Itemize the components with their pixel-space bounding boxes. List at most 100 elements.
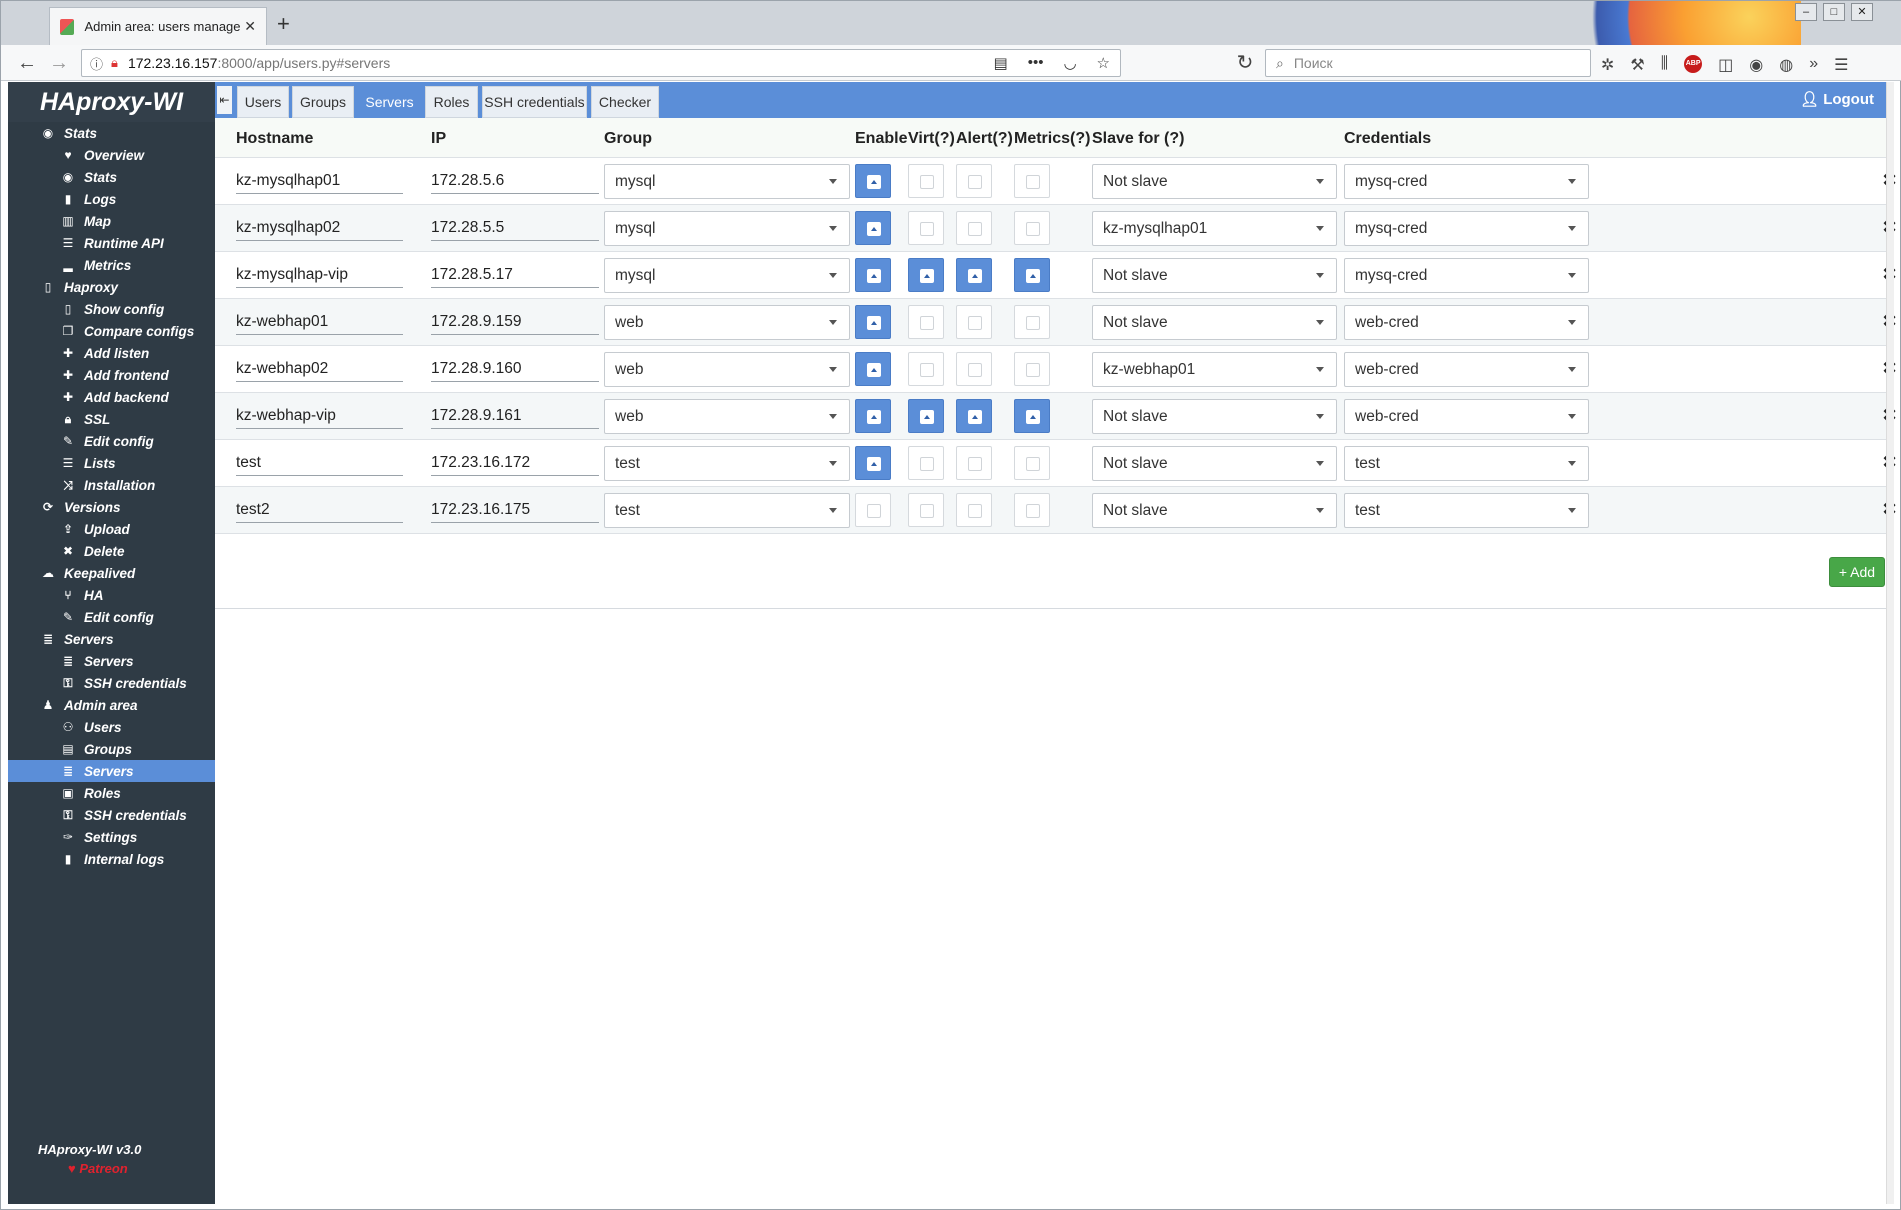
sidebar-item-compare-configs[interactable]: ❐ Compare configs bbox=[8, 320, 215, 342]
credentials-select[interactable]: mysq-cred bbox=[1344, 211, 1589, 246]
group-select[interactable]: web bbox=[604, 399, 850, 434]
credentials-select[interactable]: test bbox=[1344, 493, 1589, 528]
sidebar-item-users[interactable]: ⚇ Users bbox=[8, 716, 215, 738]
forward-icon[interactable]: → bbox=[45, 49, 73, 77]
enable-checkbox[interactable] bbox=[855, 399, 891, 433]
virt-checkbox[interactable] bbox=[908, 258, 944, 292]
enable-checkbox[interactable] bbox=[855, 258, 891, 292]
info-icon[interactable]: ⓘ bbox=[90, 54, 103, 73]
search-input[interactable]: ⌕ Поиск bbox=[1265, 49, 1591, 77]
sidebar-item-keepalived[interactable]: ☁ Keepalived bbox=[8, 562, 215, 584]
metrics-checkbox[interactable] bbox=[1014, 164, 1050, 198]
collapse-sidebar-button[interactable]: ⇤ bbox=[217, 86, 232, 114]
hostname-input[interactable]: kz-mysqlhap01 bbox=[236, 168, 403, 194]
tab-servers[interactable]: Servers bbox=[358, 86, 421, 118]
credentials-select[interactable]: web-cred bbox=[1344, 305, 1589, 340]
alert-checkbox[interactable] bbox=[956, 399, 992, 433]
ip-input[interactable]: 172.23.16.175 bbox=[431, 497, 599, 523]
sidebar-item-ssl[interactable]: 🔒︎ SSL bbox=[8, 408, 215, 430]
sidebar-item-overview[interactable]: ♥ Overview bbox=[8, 144, 215, 166]
header-slave-for[interactable]: Slave for (?) bbox=[1092, 130, 1184, 148]
enable-checkbox[interactable] bbox=[855, 164, 891, 198]
slave-for-select[interactable]: Not slave bbox=[1092, 258, 1337, 293]
sidebar-item-add-backend[interactable]: ✚ Add backend bbox=[8, 386, 215, 408]
sidebar-item-logs[interactable]: ▮ Logs bbox=[8, 188, 215, 210]
alert-checkbox[interactable] bbox=[956, 164, 992, 198]
enable-checkbox[interactable] bbox=[855, 352, 891, 386]
virt-checkbox[interactable] bbox=[908, 446, 944, 480]
group-select[interactable]: web bbox=[604, 305, 850, 340]
sidebar-item-roles[interactable]: ▣ Roles bbox=[8, 782, 215, 804]
reader-view-icon[interactable]: ▤ bbox=[994, 54, 1008, 72]
alert-checkbox[interactable] bbox=[956, 305, 992, 339]
sidebar-item-servers[interactable]: ≣ Servers bbox=[8, 760, 215, 782]
ip-input[interactable]: 172.28.9.161 bbox=[431, 403, 599, 429]
enable-checkbox[interactable] bbox=[855, 446, 891, 480]
sidebar-item-add-listen[interactable]: ✚ Add listen bbox=[8, 342, 215, 364]
sidebar-item-show-config[interactable]: ▯ Show config bbox=[8, 298, 215, 320]
tab-close-icon[interactable]: ✕ bbox=[244, 18, 256, 35]
metrics-checkbox[interactable] bbox=[1014, 493, 1050, 527]
tab-roles[interactable]: Roles bbox=[425, 86, 478, 118]
alert-checkbox[interactable] bbox=[956, 446, 992, 480]
credentials-select[interactable]: mysq-cred bbox=[1344, 164, 1589, 199]
hostname-input[interactable]: kz-webhap02 bbox=[236, 356, 403, 382]
sidebar-item-stats[interactable]: ◉ Stats bbox=[8, 166, 215, 188]
slave-for-select[interactable]: Not slave bbox=[1092, 305, 1337, 340]
sidebar-item-servers[interactable]: ≣ Servers bbox=[8, 650, 215, 672]
sidebar-item-runtime-api[interactable]: ☰ Runtime API bbox=[8, 232, 215, 254]
more-actions-icon[interactable]: ••• bbox=[1028, 54, 1044, 72]
alert-checkbox[interactable] bbox=[956, 352, 992, 386]
reload-icon[interactable]: ↻ bbox=[1231, 49, 1259, 77]
credentials-select[interactable]: test bbox=[1344, 446, 1589, 481]
ip-input[interactable]: 172.28.5.5 bbox=[431, 215, 599, 241]
sidebar-item-edit-config[interactable]: ✎ Edit config bbox=[8, 606, 215, 628]
sidebar-item-admin-area[interactable]: ♟ Admin area bbox=[8, 694, 215, 716]
sidebar-item-internal-logs[interactable]: ▮ Internal logs bbox=[8, 848, 215, 870]
app-logo[interactable]: HAproxy-WI bbox=[8, 82, 215, 122]
virt-checkbox[interactable] bbox=[908, 164, 944, 198]
sidebar-item-delete[interactable]: ✖ Delete bbox=[8, 540, 215, 562]
new-tab-button[interactable]: + bbox=[277, 11, 290, 37]
tab-checker[interactable]: Checker bbox=[591, 86, 659, 118]
header-virt[interactable]: Virt(?) bbox=[908, 130, 955, 148]
ip-input[interactable]: 172.28.9.160 bbox=[431, 356, 599, 382]
sidebar-item-ssh-credentials[interactable]: ⚿ SSH credentials bbox=[8, 804, 215, 826]
account-icon[interactable]: ◍ bbox=[1779, 55, 1793, 75]
metrics-checkbox[interactable] bbox=[1014, 352, 1050, 386]
sidebar-toggle-icon[interactable]: ◫ bbox=[1718, 55, 1733, 75]
header-metrics[interactable]: Metrics(?) bbox=[1014, 130, 1090, 148]
slave-for-select[interactable]: Not slave bbox=[1092, 446, 1337, 481]
overflow-icon[interactable]: » bbox=[1809, 55, 1818, 75]
sidebar-item-edit-config[interactable]: ✎ Edit config bbox=[8, 430, 215, 452]
hamburger-menu-icon[interactable]: ☰ bbox=[1834, 55, 1848, 75]
slave-for-select[interactable]: kz-webhap01 bbox=[1092, 352, 1337, 387]
hostname-input[interactable]: kz-mysqlhap-vip bbox=[236, 262, 403, 288]
hostname-input[interactable]: kz-webhap-vip bbox=[236, 403, 403, 429]
ip-input[interactable]: 172.23.16.172 bbox=[431, 450, 599, 476]
group-select[interactable]: mysql bbox=[604, 164, 850, 199]
hostname-input[interactable]: test2 bbox=[236, 497, 403, 523]
group-select[interactable]: web bbox=[604, 352, 850, 387]
maximize-button[interactable]: □ bbox=[1823, 3, 1845, 21]
virt-checkbox[interactable] bbox=[908, 211, 944, 245]
metrics-checkbox[interactable] bbox=[1014, 211, 1050, 245]
minimize-button[interactable]: – bbox=[1795, 3, 1817, 21]
vertical-scrollbar[interactable] bbox=[1886, 82, 1894, 1204]
slave-for-select[interactable]: Not slave bbox=[1092, 493, 1337, 528]
sidebar-item-lists[interactable]: ☰ Lists bbox=[8, 452, 215, 474]
alert-checkbox[interactable] bbox=[956, 211, 992, 245]
library-icon[interactable]: ⫼ bbox=[1661, 55, 1668, 75]
settings-gear-icon[interactable]: ✲ bbox=[1601, 55, 1614, 75]
ip-input[interactable]: 172.28.5.6 bbox=[431, 168, 599, 194]
sidebar-item-stats[interactable]: ◉ Stats bbox=[8, 122, 215, 144]
ip-input[interactable]: 172.28.9.159 bbox=[431, 309, 599, 335]
bookmark-star-icon[interactable]: ☆ bbox=[1097, 54, 1110, 72]
hostname-input[interactable]: test bbox=[236, 450, 403, 476]
group-select[interactable]: mysql bbox=[604, 211, 850, 246]
sidebar-item-add-frontend[interactable]: ✚ Add frontend bbox=[8, 364, 215, 386]
hostname-input[interactable]: kz-webhap01 bbox=[236, 309, 403, 335]
pocket-icon[interactable]: ◡ bbox=[1063, 54, 1076, 72]
credentials-select[interactable]: web-cred bbox=[1344, 352, 1589, 387]
sidebar-item-upload[interactable]: ⇪ Upload bbox=[8, 518, 215, 540]
